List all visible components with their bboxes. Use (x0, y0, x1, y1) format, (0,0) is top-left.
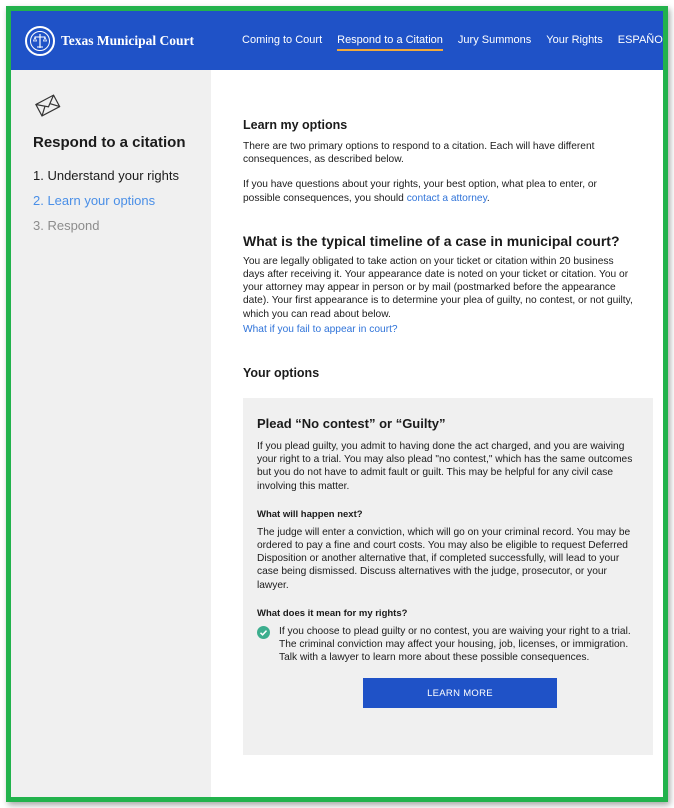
nav-coming-to-court[interactable]: Coming to Court (242, 31, 322, 51)
next-steps-heading: What will happen next? (257, 508, 363, 520)
button-row: LEARN MORE (281, 678, 639, 709)
learn-options-attorney-note: If you have questions about your rights,… (243, 178, 633, 204)
learn-options-intro: There are two primary options to respond… (243, 141, 595, 166)
main-nav: Coming to Court Respond to a Citation Ju… (242, 31, 663, 51)
brand-home-link[interactable]: Texas Municipal Court (25, 25, 195, 56)
nav-jury-summons[interactable]: Jury Summons (458, 31, 531, 51)
rights-body: If you choose to plead guilty or no cont… (279, 625, 631, 664)
envelope-icon (35, 94, 61, 117)
timeline-heading: What is the typical timeline of a case i… (243, 232, 620, 249)
rights-item: If you choose to plead guilty or no cont… (257, 625, 639, 665)
sidebar: Respond to a citation 1. Understand your… (11, 70, 211, 797)
learn-options-heading: Learn my options (243, 118, 348, 132)
nav-respond-to-citation[interactable]: Respond to a Citation (337, 31, 443, 51)
your-options-heading: Your options (243, 366, 320, 381)
sidebar-title: Respond to a citation (33, 134, 186, 151)
step-respond[interactable]: 3. Respond (33, 213, 211, 238)
top-navigation-bar: Texas Municipal Court Coming to Court Re… (11, 11, 663, 70)
nav-your-rights[interactable]: Your Rights (546, 31, 602, 51)
timeline-body: You are legally obligated to take action… (243, 255, 633, 320)
plea-card-body: If you plead guilty, you admit to having… (257, 441, 633, 492)
brand-title: Texas Municipal Court (61, 32, 195, 48)
contact-attorney-link[interactable]: contact a attorney (407, 193, 487, 204)
step-learn-options[interactable]: 2. Learn your options (33, 188, 211, 213)
plea-card-title: Plead “No contest” or “Guilty” (257, 416, 446, 432)
court-seal-icon (25, 25, 55, 56)
main-content: Learn my options There are two primary o… (211, 70, 663, 797)
page-frame: Texas Municipal Court Coming to Court Re… (6, 6, 668, 802)
next-steps-body: The judge will enter a conviction, which… (257, 526, 631, 591)
rights-heading: What does it mean for my rights? (257, 607, 408, 619)
step-list: 1. Understand your rights 2. Learn your … (33, 163, 211, 238)
step-understand-rights[interactable]: 1. Understand your rights (33, 163, 211, 188)
nav-espanol[interactable]: ESPAÑOL (618, 31, 663, 51)
plea-option-card: Plead “No contest” or “Guilty” If you pl… (243, 398, 653, 756)
attorney-note-end: . (486, 192, 490, 204)
check-circle-icon (257, 625, 270, 639)
content-layout: Respond to a citation 1. Understand your… (11, 70, 663, 797)
fail-to-appear-link[interactable]: What if you fail to appear in court? (243, 323, 633, 336)
learn-more-button[interactable]: LEARN MORE (363, 678, 557, 709)
